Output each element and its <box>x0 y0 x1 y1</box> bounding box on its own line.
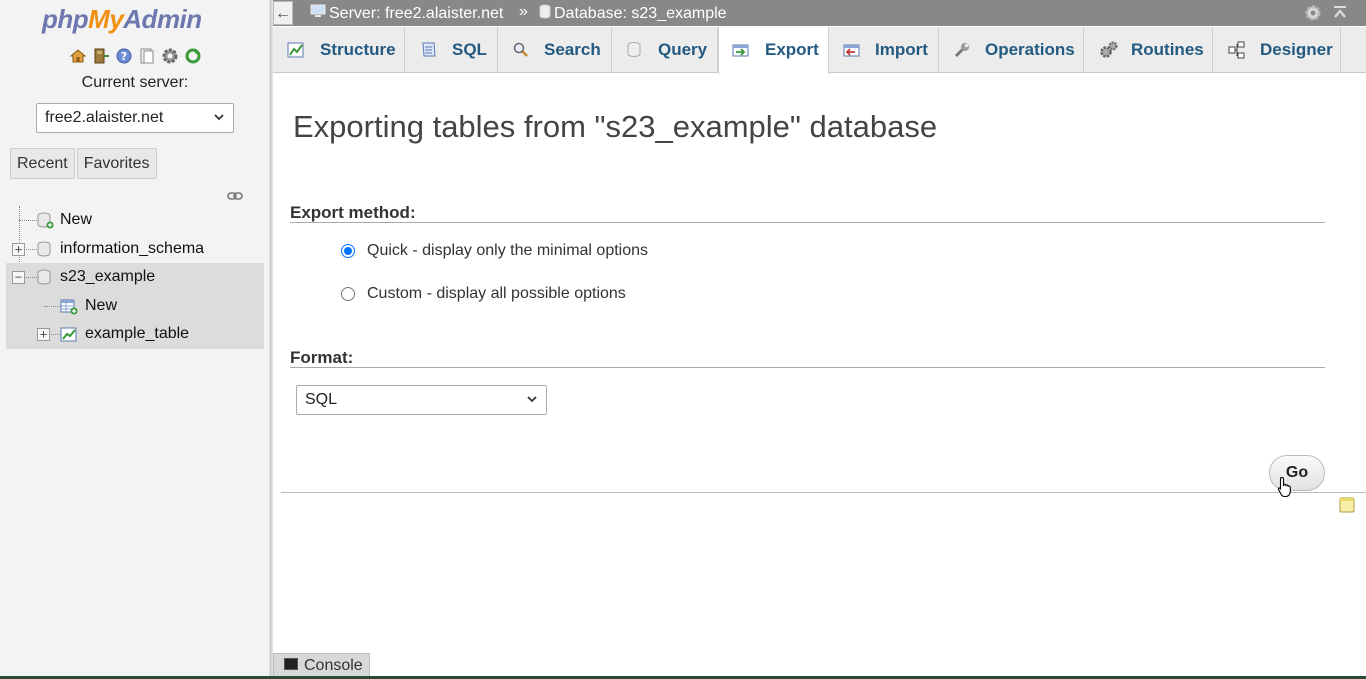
format-select-value: SQL <box>305 391 338 408</box>
tab-routines[interactable]: Routines <box>1084 27 1213 73</box>
tab-sql[interactable]: SQL <box>405 27 498 73</box>
sql-scroll-icon <box>420 41 438 64</box>
export-icon <box>732 41 750 64</box>
console-icon <box>284 657 298 675</box>
home-icon[interactable] <box>68 46 87 65</box>
collapse-sidebar-button[interactable]: ← <box>273 1 293 25</box>
wrench-icon <box>953 41 971 64</box>
breadcrumb-separator: » <box>519 3 528 20</box>
table-structure-icon <box>60 326 78 348</box>
quick-option-label: Quick - display only the minimal options <box>367 242 649 259</box>
divider <box>290 222 1325 223</box>
tab-query[interactable]: Query <box>612 27 718 73</box>
recent-tab[interactable]: Recent <box>10 148 75 179</box>
breadcrumb-database[interactable]: Database: s23_example <box>539 4 727 24</box>
format-heading: Format: <box>290 348 354 367</box>
tree-label-new: New <box>60 211 93 228</box>
breadcrumb-server[interactable]: Server: free2.alaister.net <box>310 4 503 24</box>
expand-plus-icon[interactable]: + <box>37 328 50 341</box>
tree-label-example-table: example_table <box>85 325 190 342</box>
logout-icon[interactable] <box>91 46 110 65</box>
tree-label-s23-example: s23_example <box>60 268 156 285</box>
navigation-sidebar: phpMyAdmin ? Current server: free2.alais… <box>0 0 270 679</box>
hand-cursor-icon <box>1277 476 1293 503</box>
server-select[interactable]: free2.alaister.net <box>36 103 234 133</box>
topbar-icons <box>1304 4 1348 27</box>
custom-radio[interactable] <box>341 287 355 301</box>
tab-designer[interactable]: Designer <box>1213 27 1341 73</box>
breadcrumb-bar: ← Server: free2.alaister.net » Database:… <box>273 0 1366 26</box>
breadcrumb-database-label: Database: s23_example <box>554 5 727 22</box>
settings-gear-icon[interactable] <box>160 46 179 65</box>
tab-operations[interactable]: Operations <box>939 27 1084 73</box>
tree-item-example-table[interactable]: + example_table <box>6 320 264 349</box>
tab-search[interactable]: Search <box>498 27 612 73</box>
reload-icon[interactable] <box>183 46 202 65</box>
database-icon <box>37 269 52 291</box>
quick-export-option[interactable]: Quick - display only the minimal options <box>341 242 648 260</box>
database-tabs: Structure SQL Search Query Export Import <box>273 27 1366 74</box>
database-icon <box>539 4 551 24</box>
database-icon <box>37 241 52 263</box>
tab-import[interactable]: Import <box>829 27 939 73</box>
tree-label-information-schema: information_schema <box>60 239 205 257</box>
chevron-down-icon <box>212 110 226 129</box>
link-chain-icon[interactable] <box>227 188 243 206</box>
export-method-heading: Export method: <box>290 203 416 222</box>
help-icon[interactable]: ? <box>114 46 133 65</box>
notes-icon[interactable] <box>1339 497 1355 518</box>
server-select-value: free2.alaister.net <box>45 109 164 126</box>
settings-gear-icon[interactable] <box>1304 4 1322 27</box>
chevron-down-icon <box>525 392 539 411</box>
structure-icon <box>287 41 305 64</box>
breadcrumb-server-label: Server: free2.alaister.net <box>329 5 504 22</box>
tree-label-new-table: New <box>85 296 118 314</box>
page-title: Exporting tables from "s23_example" data… <box>293 109 938 144</box>
favorites-tab[interactable]: Favorites <box>76 148 157 179</box>
database-tree: New + information_schema − s23_example N… <box>0 206 270 349</box>
documentation-icon[interactable] <box>137 46 156 65</box>
new-table-icon <box>60 298 78 320</box>
import-icon <box>843 41 861 64</box>
sidebar-tabs: Recent Favorites <box>10 148 157 179</box>
divider <box>290 367 1325 368</box>
quick-radio[interactable] <box>341 244 355 258</box>
tab-structure[interactable]: Structure <box>273 27 405 73</box>
custom-export-option[interactable]: Custom - display all possible options <box>341 285 626 303</box>
tree-item-new[interactable]: New <box>0 206 270 235</box>
sidebar-resize-handle[interactable] <box>270 0 273 679</box>
sidebar-quick-icons: ? <box>68 46 202 65</box>
search-icon <box>512 41 530 64</box>
expand-plus-icon[interactable]: + <box>12 242 25 256</box>
designer-icon <box>1228 41 1246 64</box>
collapse-minus-icon[interactable]: − <box>12 271 25 284</box>
tree-item-s23-example[interactable]: − s23_example <box>6 263 264 292</box>
collapse-up-icon[interactable] <box>1332 4 1348 27</box>
custom-option-label: Custom - display all possible options <box>367 285 626 302</box>
console-label: Console <box>304 657 363 674</box>
tree-item-new-table[interactable]: New <box>6 291 264 320</box>
svg-text:?: ? <box>120 50 126 63</box>
query-icon <box>627 41 643 64</box>
divider <box>281 492 1366 493</box>
tree-item-information-schema[interactable]: + information_schema <box>0 235 270 264</box>
new-database-icon <box>37 212 54 234</box>
format-select[interactable]: SQL <box>296 385 547 415</box>
routines-gears-icon <box>1099 41 1119 64</box>
tab-export[interactable]: Export <box>718 27 829 74</box>
server-icon <box>310 4 326 24</box>
phpmyadmin-logo[interactable]: phpMyAdmin <box>42 4 202 35</box>
current-server-label: Current server: <box>81 74 189 91</box>
